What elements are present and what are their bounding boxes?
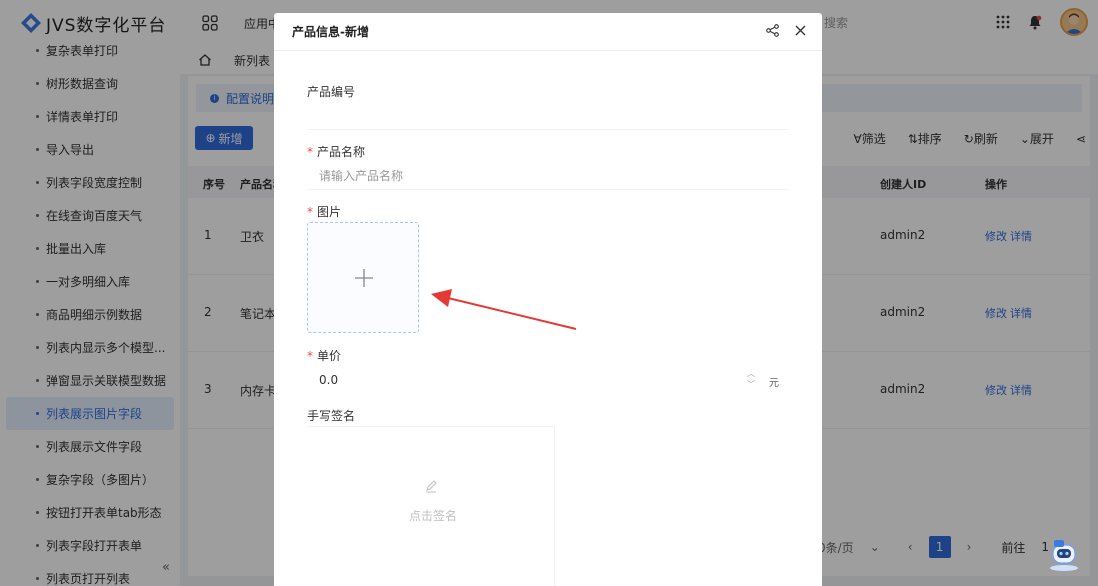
code-input[interactable] bbox=[307, 102, 789, 130]
image-upload-button[interactable] bbox=[307, 222, 419, 333]
close-icon[interactable] bbox=[795, 25, 806, 36]
signature-hint: 点击签名 bbox=[409, 509, 458, 523]
chevron-down-icon[interactable]: ﹀ bbox=[747, 379, 755, 390]
name-label-text: 产品名称 bbox=[317, 145, 366, 159]
chevron-up-icon[interactable]: ︿ bbox=[747, 368, 755, 379]
share-icon[interactable] bbox=[766, 24, 779, 37]
price-unit: 元 bbox=[769, 378, 779, 389]
signature-label: 手写签名 bbox=[307, 409, 356, 423]
required-mark: * bbox=[307, 145, 313, 159]
price-stepper[interactable]: ︿ ﹀ bbox=[747, 368, 755, 390]
pen-icon bbox=[426, 480, 437, 493]
name-input[interactable]: 请输入产品名称 bbox=[307, 162, 789, 190]
plus-icon bbox=[355, 269, 373, 287]
dialog-header: 产品信息-新增 bbox=[274, 13, 822, 51]
name-label: * 产品名称 bbox=[307, 143, 365, 160]
price-input[interactable]: 0.0 bbox=[319, 373, 338, 387]
signature-pad[interactable]: 点击签名 bbox=[307, 426, 555, 586]
product-dialog: 产品信息-新增 产品编号 * 产品名称 请输入产品名称 * 图片 * 单价 0.0 bbox=[274, 13, 822, 586]
price-label-text: 单价 bbox=[317, 349, 342, 363]
dialog-title: 产品信息-新增 bbox=[292, 25, 369, 39]
required-mark: * bbox=[307, 349, 313, 363]
image-label: * 图片 bbox=[307, 203, 341, 220]
image-label-text: 图片 bbox=[317, 205, 342, 219]
price-field: 0.0 ︿ ﹀ 元 bbox=[307, 366, 789, 394]
code-label: 产品编号 bbox=[307, 85, 356, 99]
required-mark: * bbox=[307, 205, 313, 219]
assistant-robot-icon[interactable] bbox=[1046, 536, 1082, 572]
price-label: * 单价 bbox=[307, 347, 341, 364]
